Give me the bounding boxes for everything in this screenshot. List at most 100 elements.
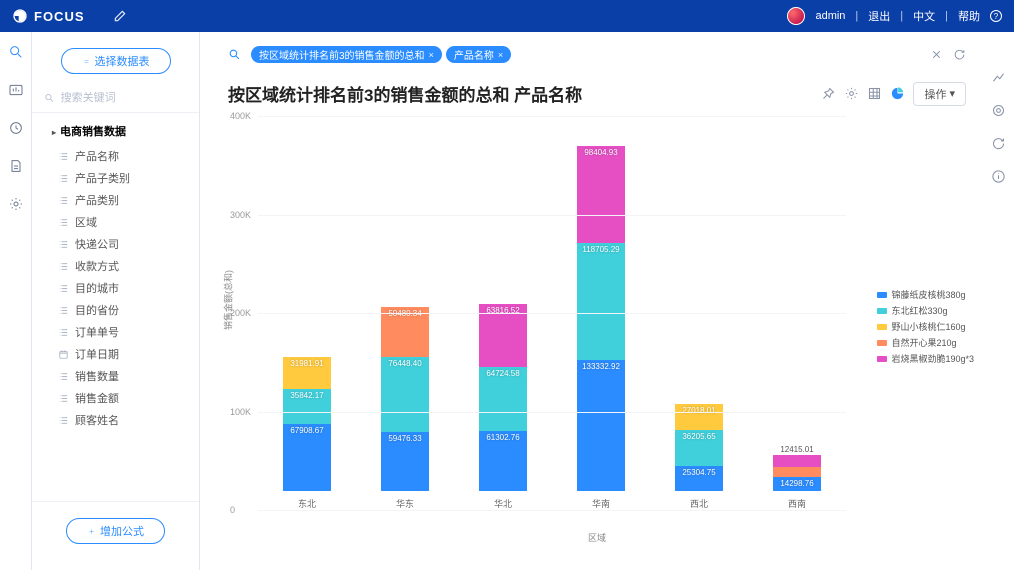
bar-value-label: 36205.65 xyxy=(675,432,723,441)
bar-segment[interactable]: 59476.33 xyxy=(381,432,429,491)
bar-column: 25304.7536205.6527018.01西北 xyxy=(658,404,740,510)
legend-item[interactable]: 野山小核桃仁160g xyxy=(877,320,974,333)
bar-segment[interactable]: 133332.92 xyxy=(577,360,625,491)
field-item[interactable]: 产品类别 xyxy=(32,189,199,211)
table-icon[interactable] xyxy=(867,86,882,101)
text-column-icon xyxy=(58,217,69,228)
bar-segment[interactable]: 50480.34 xyxy=(381,307,429,357)
pin-icon[interactable] xyxy=(821,86,836,101)
add-formula-button[interactable]: 增加公式 xyxy=(66,518,165,544)
field-item[interactable]: 产品子类别 xyxy=(32,167,199,189)
y-axis-title: 销售金额(总和) xyxy=(222,270,235,330)
y-tick: 400K xyxy=(230,111,251,121)
y-tick: 0 xyxy=(230,505,235,515)
reload-icon[interactable] xyxy=(991,136,1006,151)
gear-icon[interactable] xyxy=(844,86,859,101)
x-tick: 东北 xyxy=(298,497,316,510)
text-column-icon xyxy=(58,415,69,426)
bar-value-label: 64724.58 xyxy=(479,369,527,378)
bar-segment[interactable]: 9749.46 xyxy=(773,467,821,477)
bar-column: 67908.67 35842.17 31981.91 东北 xyxy=(266,357,348,510)
bar-value-label: 61302.76 xyxy=(479,433,527,442)
query-pill-2[interactable]: 产品名称× xyxy=(446,46,511,63)
field-item[interactable]: 销售数量 xyxy=(32,365,199,387)
avatar[interactable] xyxy=(787,7,805,25)
legend-item[interactable]: 锦藤纸皮核桃380g xyxy=(877,288,974,301)
bar-segment[interactable]: 98404.93 xyxy=(577,146,625,243)
username[interactable]: admin xyxy=(815,10,845,22)
bar-stack[interactable]: 25304.75 36205.6527018.01 xyxy=(675,404,723,491)
bar-segment[interactable]: 35842.17 xyxy=(283,389,331,424)
rail-data-icon[interactable] xyxy=(8,158,24,174)
field-item[interactable]: 目的省份 xyxy=(32,299,199,321)
rail-dashboard-icon[interactable] xyxy=(8,82,24,98)
bar-segment[interactable]: 25304.75 xyxy=(675,466,723,491)
text-column-icon xyxy=(58,239,69,250)
legend-item[interactable]: 岩烧黑椒劲脆190g*3 xyxy=(877,352,974,365)
chart-type-icon[interactable] xyxy=(890,86,905,101)
field-item[interactable]: 订单单号 xyxy=(32,321,199,343)
field-item[interactable]: 销售金额 xyxy=(32,387,199,409)
bar-value-label: 12415.01 xyxy=(773,445,821,454)
bar-stack[interactable]: 133332.92 118705.29 98404.93 xyxy=(577,146,625,491)
bar-segment[interactable]: 118705.29 xyxy=(577,243,625,360)
help-link[interactable]: 帮助 xyxy=(958,8,980,24)
query-search-icon[interactable] xyxy=(228,48,241,61)
help-icon[interactable]: ? xyxy=(990,10,1002,22)
legend-item[interactable]: 东北红松330g xyxy=(877,304,974,317)
bar-stack[interactable]: 61302.7664724.5863816.52 xyxy=(479,304,527,491)
bar-column: 61302.7664724.5863816.52华北 xyxy=(462,304,544,510)
rail-history-icon[interactable] xyxy=(8,120,24,136)
bar-segment[interactable]: 61302.76 xyxy=(479,431,527,491)
info-icon[interactable] xyxy=(991,169,1006,184)
field-item[interactable]: 收款方式 xyxy=(32,255,199,277)
logout-link[interactable]: 退出 xyxy=(868,8,890,24)
bar-segment[interactable]: 64724.58 xyxy=(479,367,527,431)
legend-item[interactable]: 自然开心果210g xyxy=(877,336,974,349)
chart-title: 按区域统计排名前3的销售金额的总和 产品名称 xyxy=(228,81,582,106)
line-chart-icon[interactable] xyxy=(991,70,1006,85)
bar-segment[interactable]: 36205.65 xyxy=(675,430,723,466)
text-column-icon xyxy=(58,305,69,316)
field-item[interactable]: 目的城市 xyxy=(32,277,199,299)
bar-stack[interactable]: 14298.76 9749.4612415.01 xyxy=(773,455,821,491)
bar-stack[interactable]: 67908.67 35842.17 31981.91 xyxy=(283,357,331,491)
text-column-icon xyxy=(58,195,69,206)
bar-value-label: 35842.17 xyxy=(283,391,331,400)
bar-value-label: 118705.29 xyxy=(577,245,625,254)
rail-settings-icon[interactable] xyxy=(8,196,24,212)
y-tick: 200K xyxy=(230,308,251,318)
field-item[interactable]: 快递公司 xyxy=(32,233,199,255)
text-column-icon xyxy=(58,283,69,294)
bar-value-label: 14298.76 xyxy=(773,479,821,488)
bar-segment[interactable]: 27018.01 xyxy=(675,404,723,431)
legend-swatch xyxy=(877,292,887,298)
clear-icon[interactable] xyxy=(930,48,943,61)
field-item[interactable]: 顾客姓名 xyxy=(32,409,199,431)
lang-switch[interactable]: 中文 xyxy=(913,8,935,24)
bar-value-label: 25304.75 xyxy=(675,468,723,477)
refresh-icon[interactable] xyxy=(953,48,966,61)
field-item[interactable]: 订单日期 xyxy=(32,343,199,365)
bar-stack[interactable]: 59476.3376448.4050480.34 xyxy=(381,307,429,491)
bar-segment[interactable]: 14298.76 xyxy=(773,477,821,491)
field-search-input[interactable] xyxy=(61,92,187,104)
bar-column: 133332.92 118705.29 98404.93 华南 xyxy=(560,146,642,510)
bar-segment[interactable]: 31981.91 xyxy=(283,357,331,389)
field-item[interactable]: 区域 xyxy=(32,211,199,233)
bar-value-label: 98404.93 xyxy=(577,148,625,157)
field-item[interactable]: 产品名称 xyxy=(32,145,199,167)
bar-segment[interactable]: 67908.67 xyxy=(283,424,331,491)
x-tick: 华南 xyxy=(592,497,610,510)
config-icon[interactable] xyxy=(991,103,1006,118)
select-datasource-button[interactable]: 选择数据表 xyxy=(61,48,171,74)
rail-search-icon[interactable] xyxy=(8,44,24,60)
bar-segment[interactable]: 12415.01 xyxy=(773,455,821,467)
close-icon[interactable]: × xyxy=(429,50,434,60)
operations-button[interactable]: 操作▾ xyxy=(913,82,966,106)
edit-icon[interactable] xyxy=(113,9,127,23)
dataset-title[interactable]: 电商销售数据 xyxy=(32,113,199,145)
bar-segment[interactable]: 76448.40 xyxy=(381,357,429,432)
query-pill-1[interactable]: 按区域统计排名前3的销售金额的总和× xyxy=(251,46,442,63)
close-icon[interactable]: × xyxy=(498,50,503,60)
